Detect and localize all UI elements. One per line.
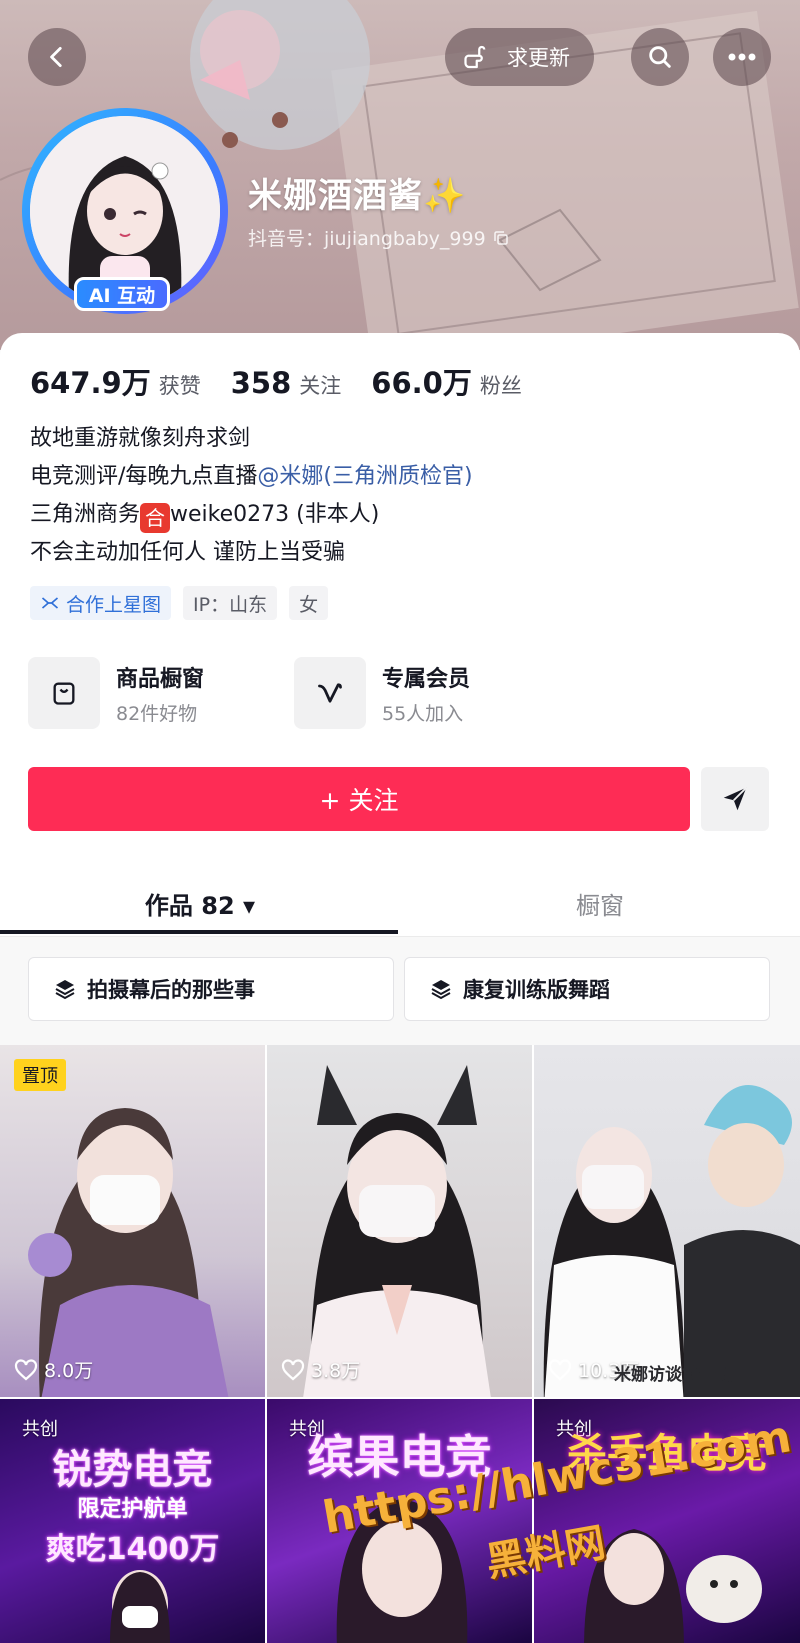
poster-subtitle: 爽吃1400万 [45,1532,220,1567]
shopping-bag-icon [28,657,100,729]
video-tile[interactable]: 共创 锐势电竞 限定护航单 爽吃1400万 [0,1399,265,1643]
heart-icon [14,1358,38,1380]
video-tile[interactable]: 3.8万 [267,1045,532,1397]
mention-link[interactable]: @米娜(三角洲质检官) [257,464,472,489]
collection-label: 拍摄幕后的那些事 [87,978,255,1002]
fans-count[interactable]: 66.0万 [371,360,472,402]
shop-window-subtitle: 82件好物 [116,702,198,725]
profile-tags: 合作上星图 IP：山东 女 [30,586,329,620]
back-button[interactable] [28,28,86,86]
likes-label: 获赞 [158,374,201,398]
bio-text: weike0273 (非本人) [170,502,380,527]
active-tab-indicator [0,930,398,934]
heart-icon [281,1358,305,1380]
fans-label[interactable]: 粉丝 [480,370,522,400]
poster-subtitle: 限定护航单 [77,1497,188,1522]
search-icon [649,46,671,68]
heart-icon [548,1358,572,1380]
video-thumbnail [584,1529,762,1643]
send-icon [723,787,747,811]
layers-icon [431,980,451,1000]
search-button[interactable] [631,28,689,86]
video-tile[interactable]: 10.3万 米娜访谈第一期 [534,1045,800,1397]
feature-cards: 商品橱窗 82件好物 专属会员 55人加入 [28,657,514,729]
bio-line: 三角洲商务合 weike0273 (非本人) [30,496,473,534]
pinned-badge: 置顶 [14,1059,66,1091]
follow-label: + 关注 [319,786,399,815]
video-tile[interactable]: 置顶 8.0万 [0,1045,265,1397]
pointing-hand-icon [464,45,486,69]
share-button[interactable] [701,767,769,831]
star-map-label: 合作上星图 [66,593,162,616]
video-likes: 3.8万 [281,1356,360,1383]
membership-card[interactable]: 专属会员 55人加入 [294,657,514,729]
request-update-button[interactable]: 求更新 [445,28,594,86]
bio-line: 故地重游就像刻舟求剑 [30,426,251,451]
collection-chip[interactable]: 拍摄幕后的那些事 [28,957,394,1021]
layers-icon [55,980,75,1000]
copy-icon[interactable] [492,229,510,247]
membership-subtitle: 55人加入 [382,702,464,725]
following-label[interactable]: 关注 [299,370,341,400]
collection-chip[interactable]: 康复训练版舞蹈 [404,957,770,1021]
tab-shop-window[interactable]: 橱窗 [400,870,800,936]
following-count[interactable]: 358 [231,366,292,400]
likes-count: 647.9万 [30,366,151,400]
ip-location-tag: IP：山东 [183,586,278,620]
poster-title: 锐势电竞 [52,1447,213,1493]
douyin-id-text: 抖音号：jiujiangbaby_999 [248,228,486,250]
cooperation-emoji: 合 [140,503,171,533]
video-likes: 8.0万 [14,1356,93,1383]
profile-name: 米娜酒酒酱✨ [248,176,467,216]
bio-line: 电竞测评/每晚九点直播@米娜(三角洲质检官) [30,458,473,496]
shop-window-title: 商品橱窗 [116,666,205,692]
more-button[interactable] [713,28,771,86]
collection-label: 康复训练版舞蹈 [463,978,610,1002]
video-thumbnail [110,1570,170,1643]
membership-title: 专属会员 [382,666,471,692]
bio-line: 不会主动加任何人 谨防上当受骗 [30,540,345,565]
membership-v-icon [294,657,366,729]
video-thumbnail [28,1108,229,1397]
request-update-label: 求更新 [507,46,570,70]
star-map-icon [41,597,59,609]
chevron-left-icon [50,46,62,68]
video-caption: 米娜访谈第一期 [614,1365,733,1385]
video-thumbnail [303,1065,491,1397]
profile-stats: 647.9万 获赞 358 关注 66.0万 粉丝 [30,360,552,402]
star-map-tag[interactable]: 合作上星图 [30,586,172,620]
follow-button[interactable]: + 关注 [28,767,690,831]
tab-works[interactable]: 作品 82 ▾ [0,870,400,936]
video-likes-count: 3.8万 [311,1360,361,1382]
ai-interaction-badge[interactable]: AI 互动 [74,277,170,311]
profile-tabs: 作品 82 ▾ 橱窗 [0,870,800,937]
video-thumbnail [543,1085,800,1397]
more-dots-icon [728,53,756,61]
shop-window-card[interactable]: 商品橱窗 82件好物 [28,657,248,729]
gender-tag: 女 [289,586,329,620]
bio-text: 三角洲商务 [30,502,141,527]
bio-text: 电竞测评/每晚九点直播 [30,464,258,489]
douyin-id[interactable]: 抖音号：jiujiangbaby_999 [248,224,510,251]
profile-bio: 故地重游就像刻舟求剑 电竞测评/每晚九点直播@米娜(三角洲质检官) 三角洲商务合… [30,420,473,572]
video-likes-count: 8.0万 [44,1360,94,1382]
